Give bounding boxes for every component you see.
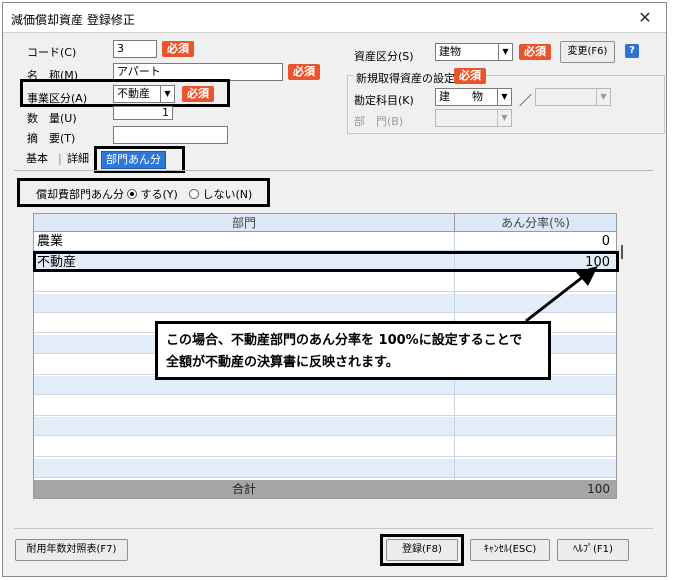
allocation-label: 償却費部門あん分: [36, 188, 124, 201]
cancel-button[interactable]: ｷｬﾝｾﾙ(ESC): [470, 539, 550, 561]
radio-selected-icon[interactable]: [127, 189, 137, 199]
table-row[interactable]: [34, 417, 616, 437]
table-row[interactable]: [34, 397, 616, 416]
table-header: 部門 あん分率(%): [34, 214, 616, 232]
sub-account-select[interactable]: ▼: [535, 88, 611, 106]
footer-separator: [14, 528, 653, 529]
allocation-yes-option[interactable]: する(Y): [127, 186, 178, 202]
scrollbar-thumb[interactable]: [621, 245, 623, 259]
window-title: 減価償却資産 登録修正: [11, 13, 135, 27]
asset-class-label: 資産区分(S): [354, 50, 414, 63]
tab-basic[interactable]: 基本: [22, 151, 52, 169]
header-department: 部門: [231, 216, 256, 230]
department-cell: 農業: [37, 234, 64, 249]
code-label: コード(C): [27, 46, 77, 59]
department-cell: [37, 438, 447, 457]
radio-unselected-icon[interactable]: [189, 189, 199, 199]
memo-label: 摘 要(T): [27, 132, 76, 145]
callout-line-2: 全額が不動産の決算書に反映されます。: [166, 355, 399, 370]
useful-life-button[interactable]: 耐用年数対照表(F7): [15, 539, 128, 561]
chevron-down-icon[interactable]: ▼: [497, 89, 511, 105]
name-required-badge: 必須: [288, 64, 320, 80]
tab-divider: |: [58, 152, 62, 165]
account-select[interactable]: 建 物 ▼: [435, 88, 512, 106]
new-asset-group-label: 新規取得資産の設定: [353, 70, 458, 86]
allocation-yes-label: する(Y): [140, 188, 178, 201]
title-bar: 減価償却資産 登録修正 ✕: [3, 3, 666, 33]
code-required-badge: 必須: [162, 41, 194, 57]
separator: ／: [519, 94, 533, 109]
close-icon[interactable]: ✕: [633, 7, 657, 29]
chevron-down-icon[interactable]: ▼: [497, 110, 511, 126]
tab-highlight-box: [94, 146, 185, 173]
department-cell: [37, 397, 447, 416]
chevron-down-icon[interactable]: ▼: [498, 44, 512, 60]
header-ratio: あん分率(%): [454, 214, 616, 232]
memo-input[interactable]: [113, 126, 228, 144]
change-button[interactable]: 変更(F6): [560, 41, 615, 63]
total-value: 100: [587, 482, 610, 496]
tab-detail[interactable]: 詳細: [63, 151, 93, 169]
department-cell: [37, 273, 447, 292]
department-label: 部 門(B): [354, 115, 404, 128]
asset-class-required-badge: 必須: [519, 44, 551, 60]
quantity-label: 数 量(U): [27, 112, 77, 125]
department-cell: [37, 294, 447, 313]
help-icon[interactable]: ?: [625, 44, 639, 58]
new-asset-required-badge: 必須: [454, 68, 486, 84]
table-row[interactable]: [34, 438, 616, 457]
table-row[interactable]: 農業 0: [34, 232, 616, 251]
department-cell: [37, 459, 447, 478]
ratio-cell[interactable]: [454, 459, 610, 478]
account-value: 建 物: [439, 90, 483, 103]
help-button[interactable]: ﾍﾙﾌﾟ(F1): [557, 539, 629, 561]
tab-underline: [14, 170, 653, 171]
table-footer: 合計 100: [34, 480, 616, 498]
callout-arrow: [525, 266, 598, 323]
callout-line-1: この場合、不動産部門のあん分率を 100%に設定することで: [166, 333, 523, 348]
asset-class-value: 建物: [439, 45, 461, 58]
allocation-no-option[interactable]: しない(N): [189, 186, 252, 202]
chevron-down-icon[interactable]: ▼: [596, 89, 610, 105]
callout-note: この場合、不動産部門のあん分率を 100%に設定することで 全額が不動産の決算書…: [155, 321, 551, 380]
table-row[interactable]: [34, 458, 616, 478]
ratio-cell[interactable]: 0: [454, 232, 610, 251]
asset-class-select[interactable]: 建物 ▼: [435, 43, 513, 61]
code-input[interactable]: 3: [113, 40, 157, 58]
allocation-no-label: しない(N): [202, 188, 253, 201]
ratio-cell[interactable]: [454, 397, 610, 416]
ratio-cell[interactable]: [454, 417, 610, 436]
department-cell: [37, 417, 447, 436]
ratio-cell[interactable]: [454, 438, 610, 457]
total-label: 合計: [231, 482, 256, 496]
register-highlight-box: [380, 534, 464, 566]
quantity-input[interactable]: 1: [113, 106, 173, 120]
account-label: 勘定科目(K): [354, 94, 414, 107]
department-select[interactable]: ▼: [435, 109, 512, 127]
business-highlight-box: [20, 79, 230, 107]
